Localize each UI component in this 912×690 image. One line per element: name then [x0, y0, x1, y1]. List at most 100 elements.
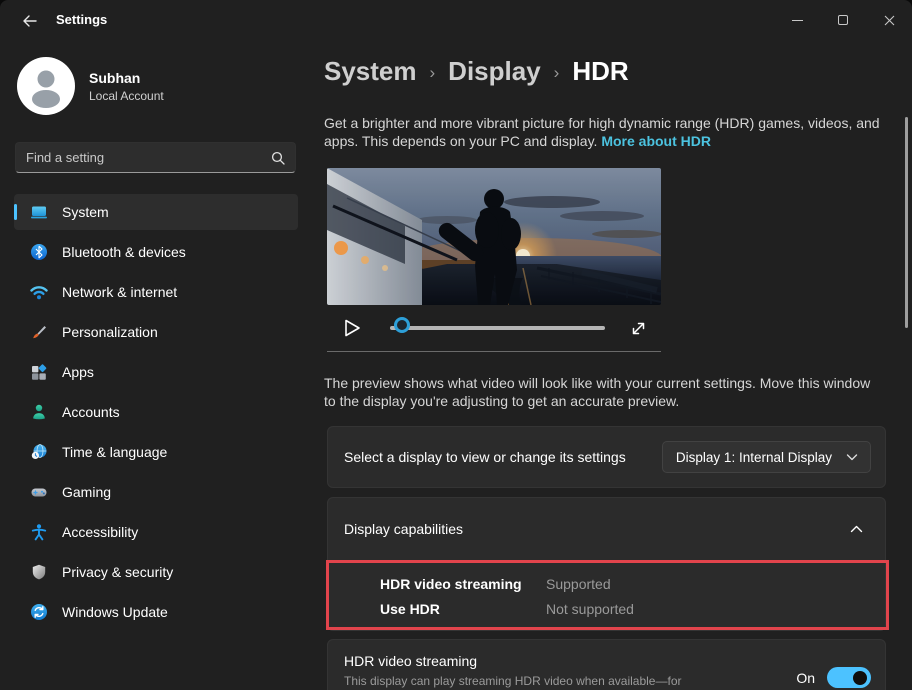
hdr-video-player: [327, 168, 661, 352]
sidebar: Subhan Local Account System Bluetooth: [0, 40, 312, 690]
settings-window: Settings Subhan Local Account: [0, 0, 912, 690]
hdr-video-preview[interactable]: [327, 168, 661, 305]
close-button[interactable]: [866, 0, 912, 40]
minimize-button[interactable]: [774, 0, 820, 40]
person-icon: [30, 403, 48, 421]
hdr-streaming-card: HDR video streaming This display can pla…: [327, 639, 886, 690]
search-box[interactable]: [15, 142, 296, 173]
window-controls: [774, 0, 912, 40]
hdr-streaming-texts: HDR video streaming This display can pla…: [344, 653, 682, 690]
app-title: Settings: [56, 12, 107, 27]
titlebar: Settings: [0, 0, 912, 40]
avatar: [17, 57, 75, 115]
sidebar-item-label: Privacy & security: [62, 564, 173, 580]
sidebar-item-bluetooth-devices[interactable]: Bluetooth & devices: [14, 234, 298, 270]
capability-value: Not supported: [546, 601, 634, 617]
breadcrumb-system[interactable]: System: [324, 56, 417, 87]
main-content: System › Display › HDR Get a brighter an…: [312, 40, 912, 690]
shield-icon: [30, 563, 48, 581]
gamepad-icon: [30, 483, 48, 501]
sidebar-nav: System Bluetooth & devices Network & int…: [14, 194, 298, 630]
sidebar-item-time-language[interactable]: Time & language: [14, 434, 298, 470]
capability-label: HDR video streaming: [380, 576, 546, 592]
close-icon: [884, 15, 895, 26]
chevron-up-icon: [850, 525, 863, 533]
display-select-card: Select a display to view or change its s…: [327, 426, 886, 488]
hdr-streaming-toggle[interactable]: [827, 667, 871, 688]
back-arrow-icon: [22, 15, 37, 27]
hdr-streaming-toggle-group: On: [796, 667, 871, 688]
display-capabilities-card: Display capabilities HDR video streaming…: [327, 497, 886, 631]
person-avatar-icon: [17, 57, 75, 115]
hdr-streaming-title: HDR video streaming: [344, 653, 682, 669]
sidebar-item-label: Personalization: [62, 324, 158, 340]
display-capabilities-title: Display capabilities: [344, 521, 463, 537]
sidebar-item-label: Network & internet: [62, 284, 177, 300]
back-button[interactable]: [14, 10, 44, 32]
sidebar-item-label: Gaming: [62, 484, 111, 500]
capability-row-hdr-video-streaming: HDR video streaming Supported: [380, 571, 885, 596]
play-icon: [343, 318, 362, 338]
user-name: Subhan: [89, 70, 164, 86]
collapse-button[interactable]: [850, 525, 863, 533]
sidebar-item-network-internet[interactable]: Network & internet: [14, 274, 298, 310]
sidebar-item-accounts[interactable]: Accounts: [14, 394, 298, 430]
capability-label: Use HDR: [380, 601, 546, 617]
paintbrush-icon: [30, 323, 48, 341]
sidebar-item-label: Time & language: [62, 444, 167, 460]
maximize-button[interactable]: [820, 0, 866, 40]
display-select-label: Select a display to view or change its s…: [344, 449, 626, 465]
bluetooth-icon: [30, 243, 48, 261]
monitor-icon: [30, 203, 48, 221]
sidebar-item-label: Windows Update: [62, 604, 168, 620]
update-icon: [30, 603, 48, 621]
toggle-knob: [853, 671, 867, 685]
sidebar-item-system[interactable]: System: [14, 194, 298, 230]
play-button[interactable]: [343, 318, 362, 338]
more-about-hdr-link[interactable]: More about HDR: [601, 133, 711, 149]
sidebar-item-apps[interactable]: Apps: [14, 354, 298, 390]
display-select-dropdown[interactable]: Display 1: Internal Display: [662, 441, 871, 473]
seek-slider[interactable]: [390, 319, 605, 337]
accessibility-icon: [30, 523, 48, 541]
sidebar-item-accessibility[interactable]: Accessibility: [14, 514, 298, 550]
capabilities-rows: HDR video streaming Supported Use HDR No…: [328, 560, 885, 621]
sidebar-item-label: Bluetooth & devices: [62, 244, 186, 260]
account-type: Local Account: [89, 89, 164, 103]
slider-knob[interactable]: [394, 317, 410, 333]
toggle-state-label: On: [796, 670, 815, 686]
sidebar-item-label: System: [62, 204, 109, 220]
capability-value: Supported: [546, 576, 611, 592]
slider-track[interactable]: [390, 326, 605, 330]
breadcrumb-display[interactable]: Display: [448, 56, 541, 87]
breadcrumb-separator: ›: [430, 63, 436, 83]
display-capabilities-header[interactable]: Display capabilities: [328, 498, 885, 560]
fullscreen-icon: [630, 320, 647, 337]
breadcrumb-hdr: HDR: [572, 56, 628, 87]
maximize-icon: [838, 15, 848, 25]
sidebar-item-personalization[interactable]: Personalization: [14, 314, 298, 350]
search-icon[interactable]: [271, 151, 285, 165]
fullscreen-button[interactable]: [630, 320, 647, 337]
sidebar-item-label: Accounts: [62, 404, 120, 420]
clock-globe-icon: [30, 443, 48, 461]
minimize-icon: [792, 20, 803, 21]
user-profile[interactable]: Subhan Local Account: [17, 57, 164, 115]
vertical-scrollbar[interactable]: [905, 117, 908, 328]
breadcrumb: System › Display › HDR: [324, 56, 629, 87]
search-input[interactable]: [16, 150, 271, 165]
breadcrumb-separator: ›: [554, 63, 560, 83]
sidebar-item-windows-update[interactable]: Windows Update: [14, 594, 298, 630]
video-controls: [327, 305, 661, 351]
sidebar-item-label: Apps: [62, 364, 94, 380]
apps-grid-icon: [30, 363, 48, 381]
sidebar-item-privacy-security[interactable]: Privacy & security: [14, 554, 298, 590]
profile-text: Subhan Local Account: [89, 70, 164, 103]
sidebar-item-gaming[interactable]: Gaming: [14, 474, 298, 510]
intro-text: Get a brighter and more vibrant picture …: [324, 114, 884, 150]
display-select-value: Display 1: Internal Display: [676, 450, 832, 465]
capability-row-use-hdr: Use HDR Not supported: [380, 596, 885, 621]
preview-note: The preview shows what video will look l…: [324, 374, 884, 410]
sidebar-item-label: Accessibility: [62, 524, 138, 540]
hdr-streaming-description: This display can play streaming HDR vide…: [344, 674, 682, 688]
